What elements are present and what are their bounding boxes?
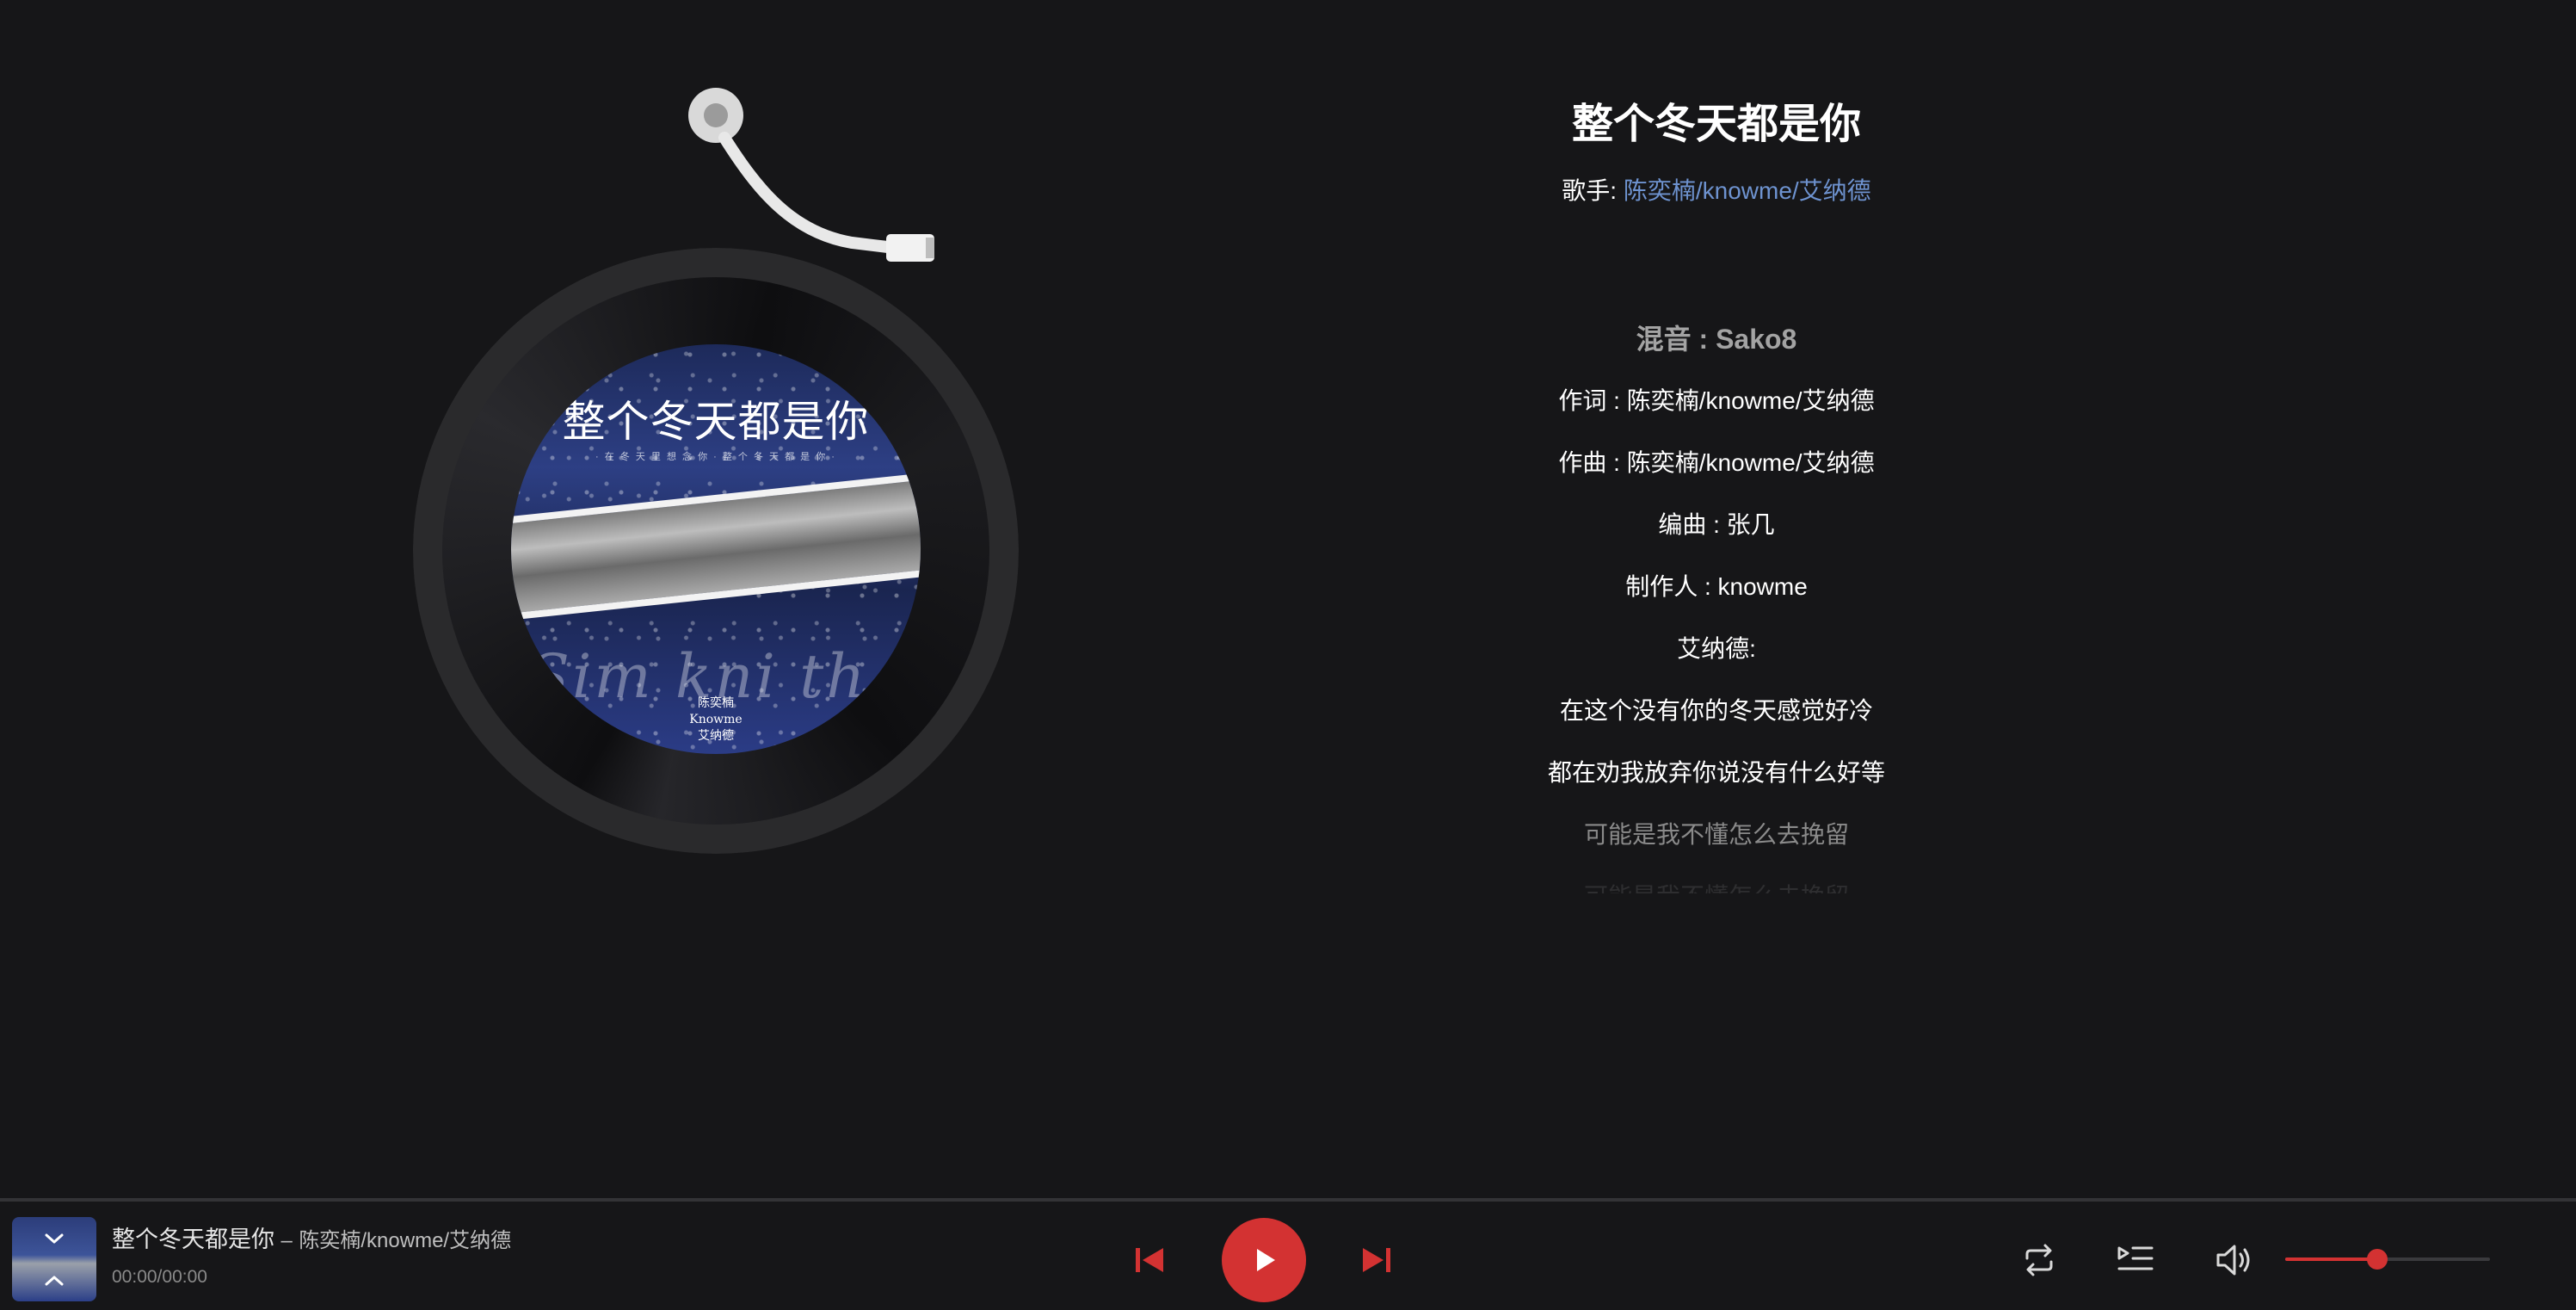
lyric-line[interactable]: 可能是我不懂怎么去挽留: [1488, 876, 1944, 893]
volume-slider-handle[interactable]: [2367, 1249, 2388, 1270]
lyric-line[interactable]: 都在劝我放弃你说没有什么好等: [1488, 752, 1944, 814]
lyric-line[interactable]: 艾纳德:: [1488, 628, 1944, 690]
tonearm-rod: [718, 132, 901, 254]
playlist-button[interactable]: [2113, 1239, 2158, 1281]
cover-artist: 艾纳德: [698, 729, 734, 743]
chevron-down-icon: [45, 1233, 64, 1243]
play-icon: [1257, 1249, 1275, 1271]
lyric-line[interactable]: 制作人 : knowme: [1488, 566, 1944, 628]
lyric-line[interactable]: 在这个没有你的冬天感觉好冷: [1488, 690, 1944, 752]
lyric-line[interactable]: 作词 : 陈奕楠/knowme/艾纳德: [1488, 380, 1944, 442]
expand-button[interactable]: [12, 1259, 96, 1301]
cover-artist: 陈奕楠: [698, 696, 734, 710]
player-bar: 整个冬天都是你 – 陈奕楠/knowme/艾纳德 00:00/00:00: [0, 1198, 2576, 1310]
collapse-button[interactable]: [12, 1217, 96, 1259]
repeat-button[interactable]: [2018, 1239, 2060, 1281]
lyric-line[interactable]: 作曲 : 陈奕楠/knowme/艾纳德: [1488, 442, 1944, 504]
now-playing-title-line: 整个冬天都是你 – 陈奕楠/knowme/艾纳德: [112, 1220, 511, 1254]
skip-previous-icon: [1136, 1248, 1163, 1272]
cover-subtitle: · 在 冬 天 里 想 念 你 · 整 个 冬 天 都 是 你 ·: [595, 452, 836, 462]
artist-label: 歌手:: [1562, 177, 1618, 204]
lyric-line[interactable]: 可能是我不懂怎么去挽留: [1488, 814, 1944, 876]
cover-title: 整个冬天都是你: [562, 397, 870, 447]
lyrics-panel[interactable]: 混音 : Sako8 作词 : 陈奕楠/knowme/艾纳德 作曲 : 陈奕楠/…: [1488, 318, 1944, 893]
album-cover: 整个冬天都是你 · 在 冬 天 里 想 念 你 · 整 个 冬 天 都 是 你 …: [511, 344, 921, 754]
cover-artist: Knowme: [689, 713, 743, 726]
now-playing-title: 整个冬天都是你: [112, 1227, 274, 1252]
playlist-icon: [2117, 1246, 2154, 1270]
previous-button[interactable]: [1129, 1239, 1170, 1281]
chevron-up-icon: [45, 1276, 64, 1285]
play-button[interactable]: [1222, 1218, 1306, 1302]
now-playing-artist[interactable]: 陈奕楠/knowme/艾纳德: [299, 1229, 511, 1252]
tonearm-stylus: [926, 238, 934, 258]
playback-time: 00:00/00:00: [112, 1267, 207, 1287]
title-separator: –: [280, 1229, 293, 1252]
cover-artists: 陈奕楠 Knowme 艾纳德: [511, 695, 921, 745]
song-title: 整个冬天都是你: [1571, 102, 1861, 147]
artist-link[interactable]: 陈奕楠/knowme/艾纳德: [1624, 177, 1871, 204]
artist-line: 歌手: 陈奕楠/knowme/艾纳德: [1488, 172, 1944, 207]
tonearm-pivot-center: [704, 103, 728, 127]
volume-slider[interactable]: [2285, 1249, 2490, 1270]
skip-next-icon: [1363, 1248, 1390, 1272]
lyric-line[interactable]: 编曲 : 张几: [1488, 504, 1944, 566]
volume-button[interactable]: [2211, 1238, 2256, 1282]
tonearm: [688, 88, 934, 262]
now-playing-thumbnail[interactable]: [12, 1217, 96, 1301]
volume-icon: [2216, 1245, 2250, 1276]
next-button[interactable]: [1356, 1239, 1397, 1281]
lyric-line-active[interactable]: 混音 : Sako8: [1488, 318, 1944, 380]
player-page: 整个冬天都是你 · 在 冬 天 里 想 念 你 · 整 个 冬 天 都 是 你 …: [0, 0, 2576, 1198]
volume-slider-fill: [2285, 1257, 2378, 1261]
repeat-icon: [2025, 1244, 2053, 1276]
